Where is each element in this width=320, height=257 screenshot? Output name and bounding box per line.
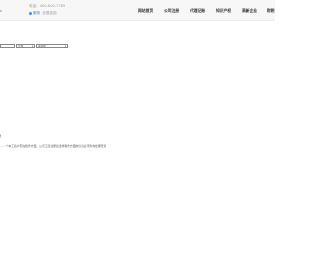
hotline-text: 电话：400-600-7785 [29,4,66,8]
service-dot-icon [29,11,32,15]
content-mark: ! [0,134,2,139]
notice-text: ……个本工商户若在税务方面，公司工商注册后法律税务方面的信息必须查询处理登录 [0,144,107,148]
region-select-value: 请选择 [38,45,46,48]
search-input[interactable] [0,44,15,48]
nav-item-home[interactable]: 网站首页 [138,8,153,14]
chevron-down-icon: ▾ [31,45,33,48]
site-logo[interactable]: b [0,9,2,13]
category-select[interactable]: 全部 ▾ [16,44,35,48]
region-select[interactable]: 请选择 ▾ [36,44,68,48]
nav-item-ip[interactable]: 知识产权 [216,8,231,14]
nav-item-tax[interactable]: 财税 [267,8,275,14]
nav-item-company-registration[interactable]: 公司注册 [164,8,179,14]
service-tag: 服务 [33,11,41,15]
service-text: 全国连锁 [42,11,57,15]
category-select-value: 全部 [18,45,24,48]
chevron-down-icon: ▾ [64,45,66,48]
nav-item-hightech[interactable]: 高新企业 [242,8,257,14]
service-line: 服务 全国连锁 [29,11,57,16]
nav-item-bookkeeping[interactable]: 代理记账 [190,8,205,14]
